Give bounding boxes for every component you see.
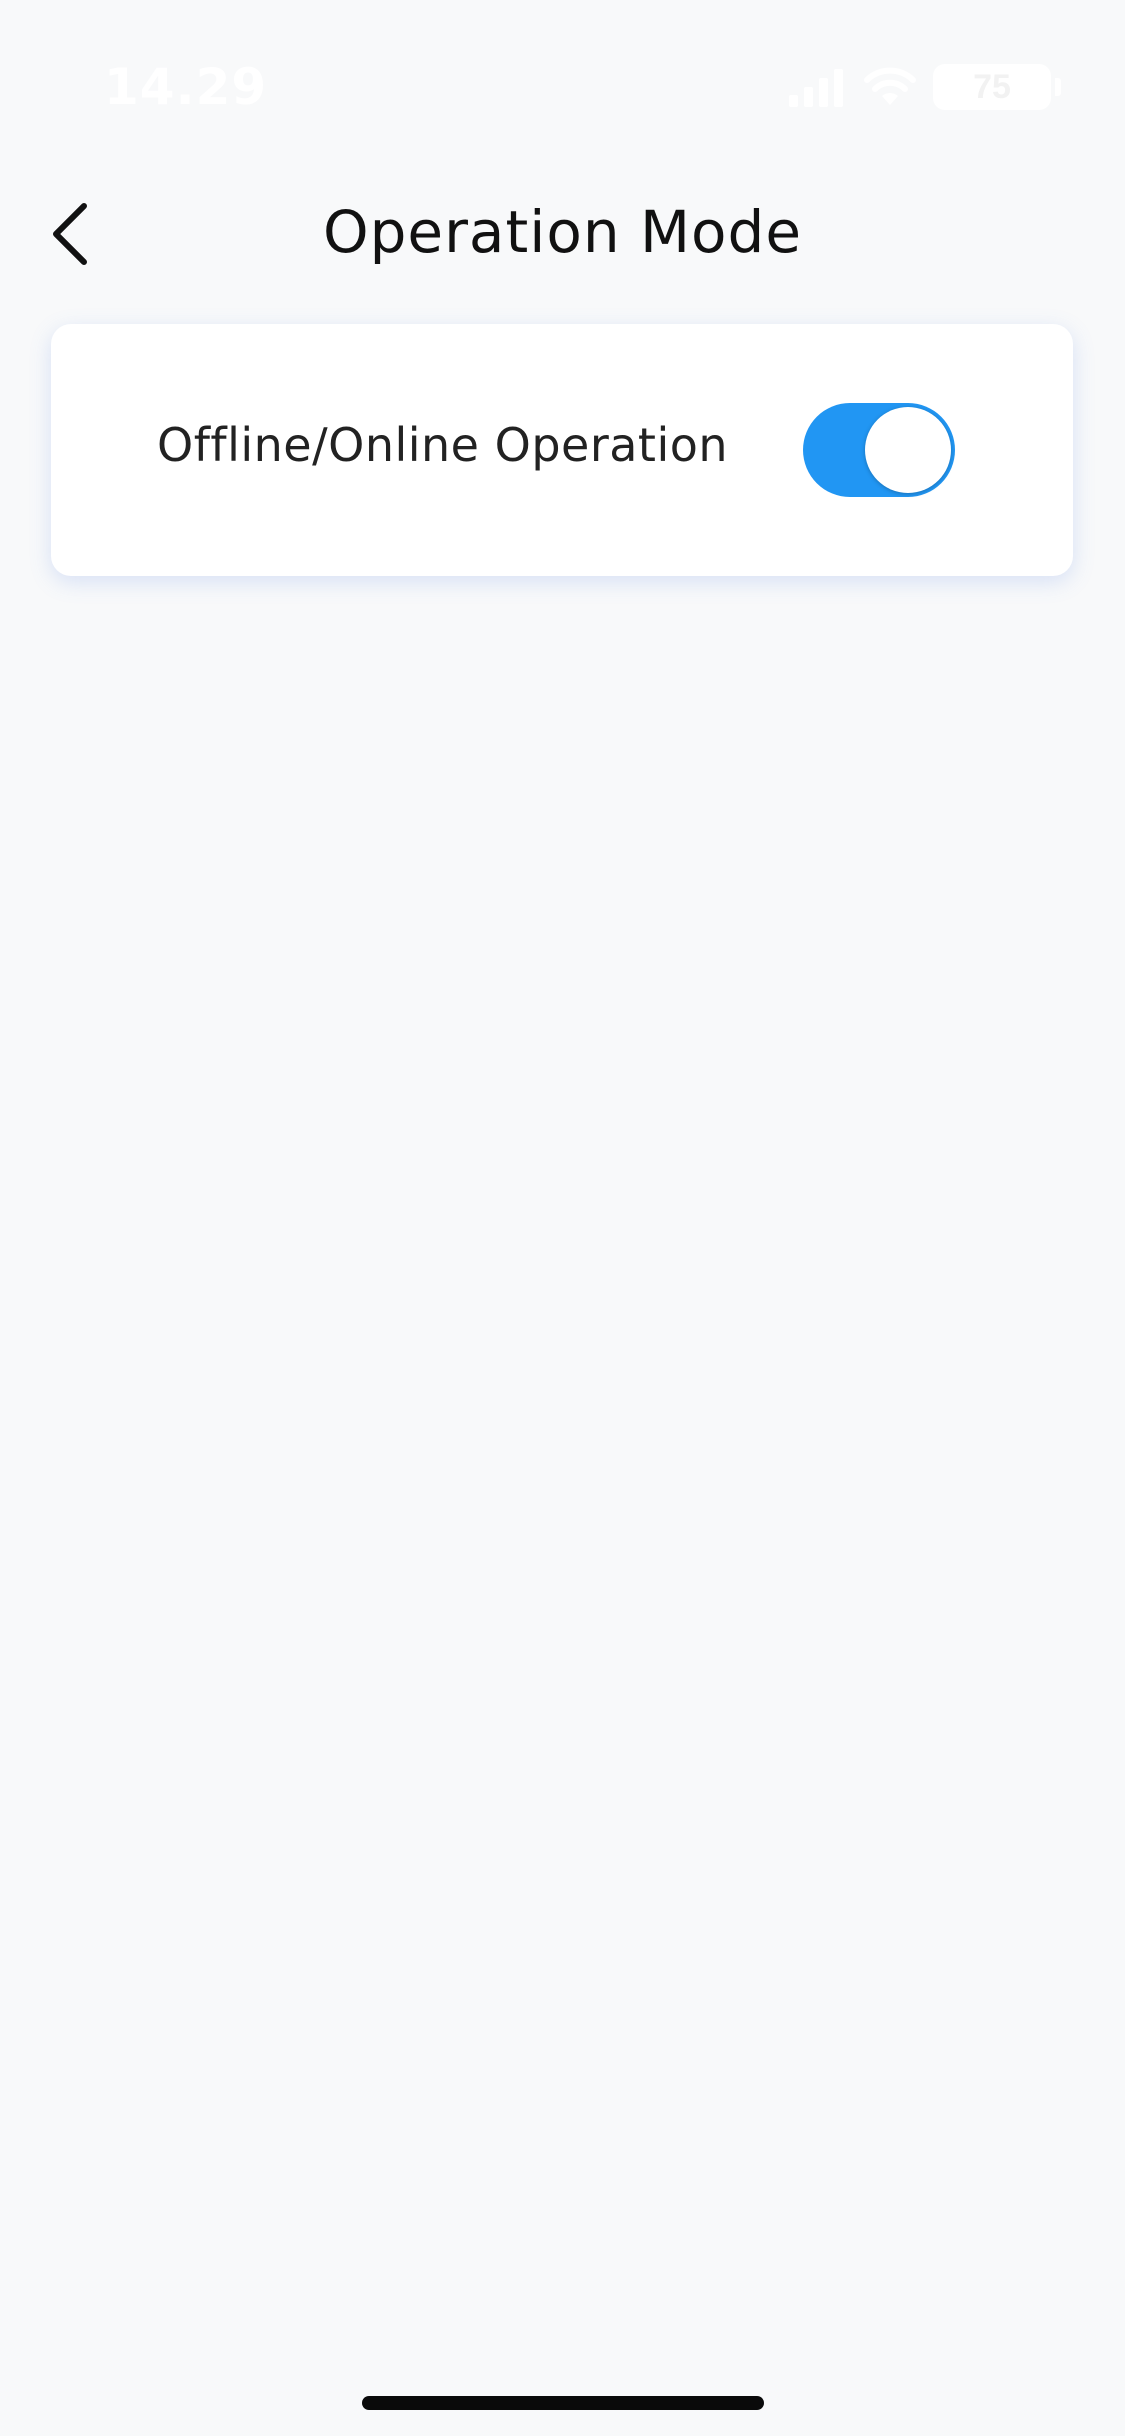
- offline-online-operation-label: Offline/Online Operation: [157, 418, 729, 472]
- wifi-icon: [864, 67, 916, 105]
- status-bar: 14.29 75: [0, 0, 1125, 130]
- offline-online-operation-toggle[interactable]: [803, 403, 955, 497]
- toggle-knob: [865, 407, 951, 493]
- battery-cap: [1055, 78, 1061, 96]
- status-time: 14.29: [104, 58, 268, 116]
- page-title: Operation Mode: [322, 198, 803, 266]
- settings-card: Offline/Online Operation: [51, 324, 1073, 576]
- battery-icon: 75: [933, 64, 1051, 110]
- battery-level: 75: [973, 67, 1011, 106]
- home-indicator[interactable]: [362, 2396, 764, 2410]
- status-icons: 75: [787, 64, 1061, 110]
- navigation-bar: Operation Mode: [0, 180, 1125, 290]
- signal-icon: [789, 69, 843, 107]
